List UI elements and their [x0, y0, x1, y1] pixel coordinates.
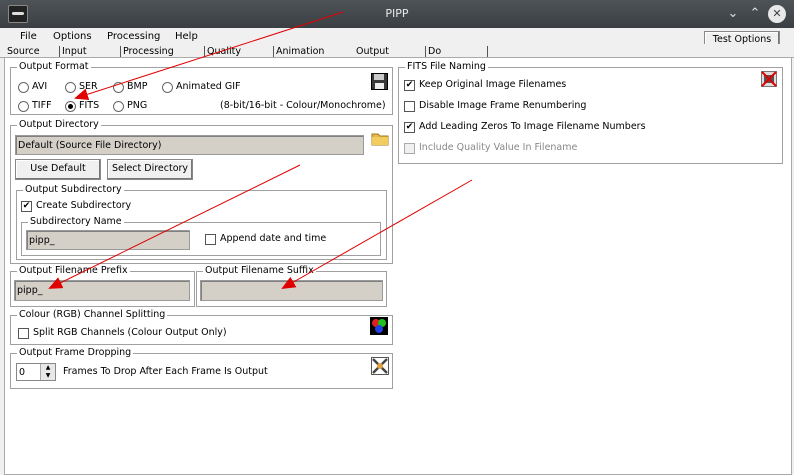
radio-bmp[interactable]: [113, 82, 124, 93]
disable-renumbering-label: Disable Image Frame Renumbering: [419, 100, 587, 111]
title-bar: PIPP ⌄ ⌃ ✕: [0, 0, 794, 28]
frame-dropping-legend: Output Frame Dropping: [17, 347, 134, 358]
radio-tiff-label: TIFF: [32, 100, 52, 111]
channel-splitting-legend: Colour (RGB) Channel Splitting: [17, 309, 168, 320]
floppy-disk-icon[interactable]: [371, 73, 388, 90]
window-title: PIPP: [385, 7, 409, 20]
radio-bmp-label: BMP: [127, 81, 148, 92]
append-date-checkbox[interactable]: [205, 234, 216, 245]
output-subdirectory-group: Output Subdirectory ✔ Create Subdirector…: [16, 184, 387, 260]
frames-to-drop-value: 0: [19, 367, 26, 378]
create-subdirectory-label: Create Subdirectory: [36, 200, 132, 211]
subdirectory-name-group: Subdirectory Name pipp_ Append date and …: [21, 216, 381, 256]
tab-output[interactable]: Output: [356, 46, 389, 57]
frames-to-drop-stepper[interactable]: 0 ▲ ▼: [16, 363, 56, 381]
close-icon[interactable]: ✕: [768, 5, 786, 23]
radio-animated-gif[interactable]: [162, 82, 173, 93]
radio-avi-label: AVI: [32, 81, 48, 92]
radio-png[interactable]: [113, 101, 124, 112]
filename-suffix-group: Output Filename Suffix: [196, 265, 387, 307]
filename-prefix-field[interactable]: pipp_: [14, 280, 190, 301]
menu-help[interactable]: Help: [175, 31, 198, 42]
radio-png-label: PNG: [127, 100, 148, 111]
select-directory-button[interactable]: Select Directory: [107, 159, 193, 180]
fits-disabled-icon: [761, 71, 777, 87]
subdirectory-name-field[interactable]: pipp_: [26, 230, 190, 250]
use-default-button[interactable]: Use Default: [15, 159, 101, 180]
tab-do[interactable]: Do: [424, 46, 441, 57]
tab-processing[interactable]: Processing: [120, 46, 174, 57]
output-subdirectory-legend: Output Subdirectory: [23, 184, 124, 195]
radio-ser[interactable]: [65, 82, 76, 93]
create-subdirectory-checkbox[interactable]: ✔: [21, 201, 32, 212]
subdirectory-name-legend: Subdirectory Name: [28, 216, 124, 227]
channel-splitting-group: Colour (RGB) Channel Splitting Split RGB…: [10, 309, 393, 345]
tab-source[interactable]: Source: [7, 46, 40, 57]
filename-prefix-legend: Output Filename Prefix: [17, 265, 130, 276]
menu-file[interactable]: File: [20, 31, 37, 42]
tab-bar: Source Input Processing Quality Animatio…: [0, 44, 794, 58]
output-directory-legend: Output Directory: [17, 119, 101, 130]
menu-bar: File Options Processing Help: [0, 28, 794, 44]
output-directory-group: Output Directory Default (Source File Di…: [10, 119, 393, 264]
append-date-label: Append date and time: [220, 233, 327, 244]
frame-dropping-group: Output Frame Dropping 0 ▲ ▼ Frames To Dro…: [10, 347, 393, 389]
rgb-channels-icon: [370, 317, 388, 335]
frames-to-drop-label: Frames To Drop After Each Frame Is Outpu…: [63, 366, 268, 377]
split-rgb-checkbox[interactable]: [18, 328, 29, 339]
chevron-up-icon[interactable]: ⌃: [746, 5, 764, 23]
keep-original-filenames-label: Keep Original Image Filenames: [419, 79, 567, 90]
radio-fits-label: FITS: [79, 100, 100, 111]
include-quality-label: Include Quality Value In Filename: [419, 142, 578, 153]
radio-avi[interactable]: [18, 82, 29, 93]
radio-ser-label: SER: [79, 81, 98, 92]
output-format-group: Output Format AVI SER BMP Animated GIF T…: [10, 61, 393, 115]
menu-options[interactable]: Options: [53, 31, 92, 42]
leading-zeros-checkbox[interactable]: ✔: [404, 122, 415, 133]
fits-naming-group: FITS File Naming ✔ Keep Original Image F…: [398, 61, 783, 164]
filename-suffix-field[interactable]: [200, 280, 383, 301]
include-quality-checkbox[interactable]: [404, 143, 415, 154]
output-format-legend: Output Format: [17, 61, 91, 72]
fits-naming-legend: FITS File Naming: [405, 61, 488, 72]
tab-animation[interactable]: Animation: [272, 46, 324, 57]
disable-renumbering-checkbox[interactable]: [404, 101, 415, 112]
stepper-arrows[interactable]: ▲ ▼: [40, 364, 55, 380]
filename-suffix-legend: Output Filename Suffix: [203, 265, 316, 276]
radio-fits[interactable]: [65, 101, 76, 112]
output-tab-panel: Output Format AVI SER BMP Animated GIF T…: [4, 57, 792, 475]
menu-processing[interactable]: Processing: [107, 31, 160, 42]
radio-tiff[interactable]: [18, 101, 29, 112]
tab-input[interactable]: Input: [59, 46, 87, 57]
output-directory-field[interactable]: Default (Source File Directory): [15, 135, 364, 155]
output-format-note: (8-bit/16-bit - Colour/Monochrome): [220, 100, 386, 111]
tab-quality[interactable]: Quality: [204, 46, 241, 57]
frame-drop-icon: [371, 357, 389, 375]
split-rgb-label: Split RGB Channels (Colour Output Only): [33, 327, 227, 338]
leading-zeros-label: Add Leading Zeros To Image Filename Numb…: [419, 121, 646, 132]
radio-animated-gif-label: Animated GIF: [176, 81, 241, 92]
keep-original-filenames-checkbox[interactable]: ✔: [404, 80, 415, 91]
folder-icon[interactable]: [371, 131, 389, 146]
chevron-down-icon[interactable]: ⌄: [724, 5, 742, 23]
filename-prefix-group: Output Filename Prefix pipp_: [10, 265, 195, 307]
